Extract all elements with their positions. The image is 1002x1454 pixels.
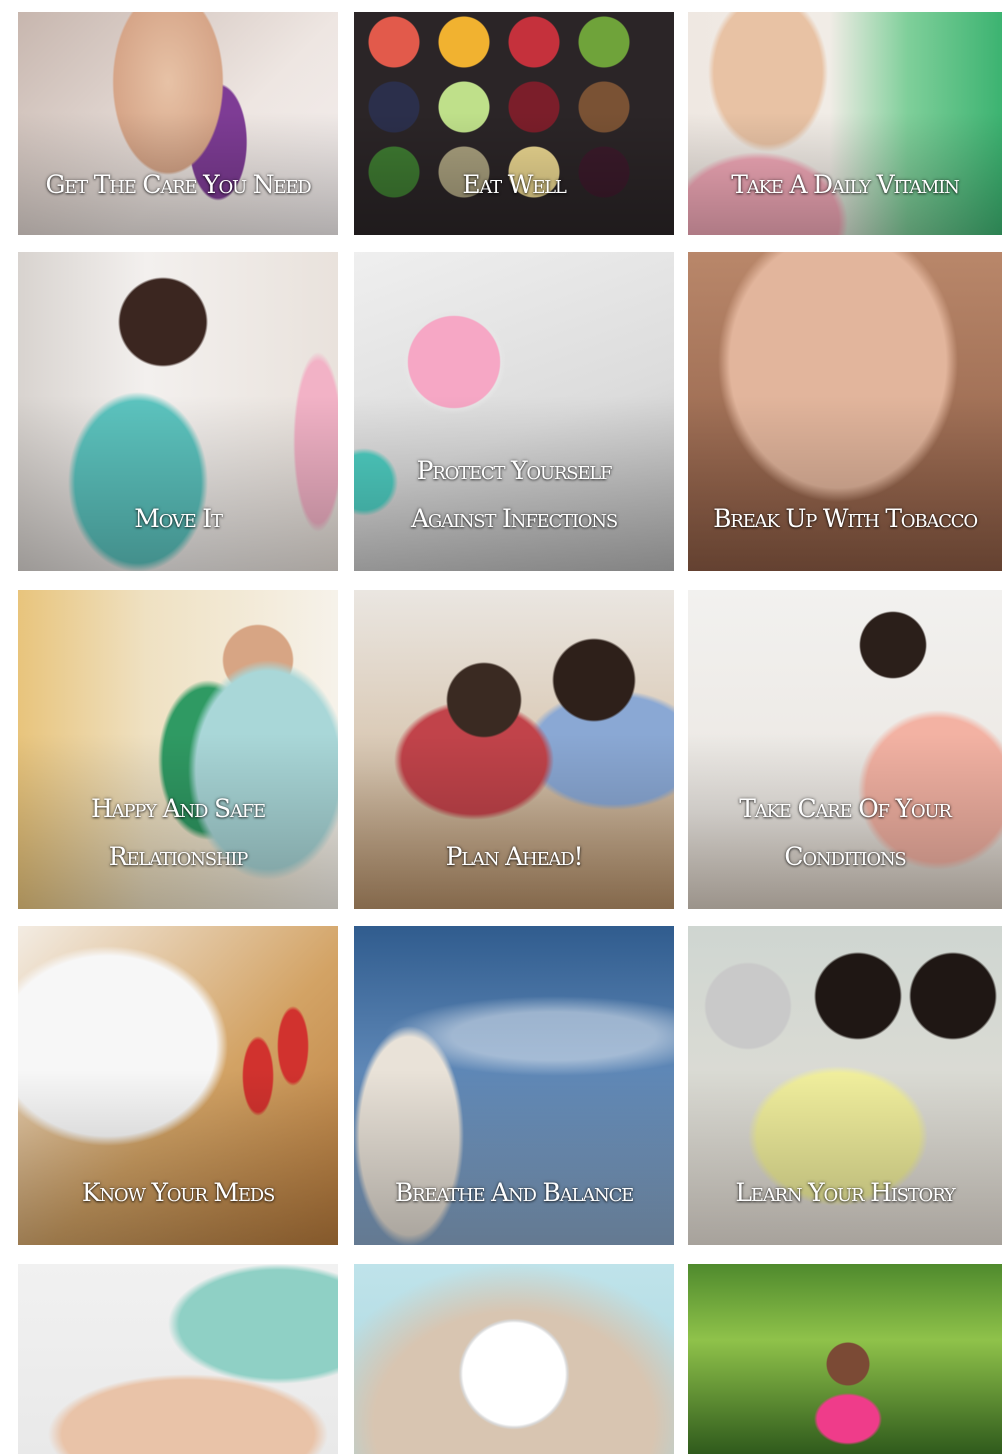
tile-label: Get The Care You Need (45, 170, 311, 199)
tile-protect-yourself[interactable]: Protect Yourself Against Infections (354, 252, 674, 571)
tile-happy-and-safe-relationship[interactable]: Happy And Safe Relationship (18, 590, 338, 909)
tile-label: Move It (134, 504, 223, 533)
tile-get-the-care-you-need[interactable]: Get The Care You Need (18, 12, 338, 235)
tile-label: Protect Yourself Against Infections (411, 456, 618, 533)
tile-label: Know Your Meds (81, 1178, 275, 1207)
tile-label: Eat Well (462, 170, 567, 199)
tile-breathe-and-balance[interactable]: Breathe And Balance (354, 926, 674, 1245)
tile-row5-left[interactable] (18, 1264, 338, 1454)
tile-label: Happy And Safe Relationship (91, 794, 266, 871)
tile-row5-center[interactable] (354, 1264, 674, 1454)
tile-break-up-with-tobacco[interactable]: Break Up With Tobacco (688, 252, 1002, 571)
tile-take-a-daily-vitamin[interactable]: Take A Daily Vitamin (688, 12, 1002, 235)
alarm-clock-photo (354, 1264, 674, 1454)
tile-plan-ahead[interactable]: Plan Ahead! (354, 590, 674, 909)
woman-in-forest-photo (688, 1264, 1002, 1454)
tile-learn-your-history[interactable]: Learn Your History (688, 926, 1002, 1245)
tile-label: Learn Your History (735, 1178, 955, 1207)
tile-label: Plan Ahead! (445, 842, 584, 871)
tile-take-care-of-your-conditions[interactable]: Take Care Of Your Conditions (688, 590, 1002, 909)
tile-label: Break Up With Tobacco (713, 504, 978, 533)
tile-label: Breathe And Balance (394, 1178, 634, 1207)
hands-clasped-photo (18, 1264, 338, 1454)
topic-grid: Get The Care You Need Eat Well Take A Da… (0, 0, 1002, 1454)
tile-know-your-meds[interactable]: Know Your Meds (18, 926, 338, 1245)
tile-label: Take A Daily Vitamin (731, 170, 960, 199)
tile-label: Take Care Of Your Conditions (739, 794, 952, 871)
tile-move-it[interactable]: Move It (18, 252, 338, 571)
tile-eat-well[interactable]: Eat Well (354, 12, 674, 235)
tile-row5-right[interactable] (688, 1264, 1002, 1454)
